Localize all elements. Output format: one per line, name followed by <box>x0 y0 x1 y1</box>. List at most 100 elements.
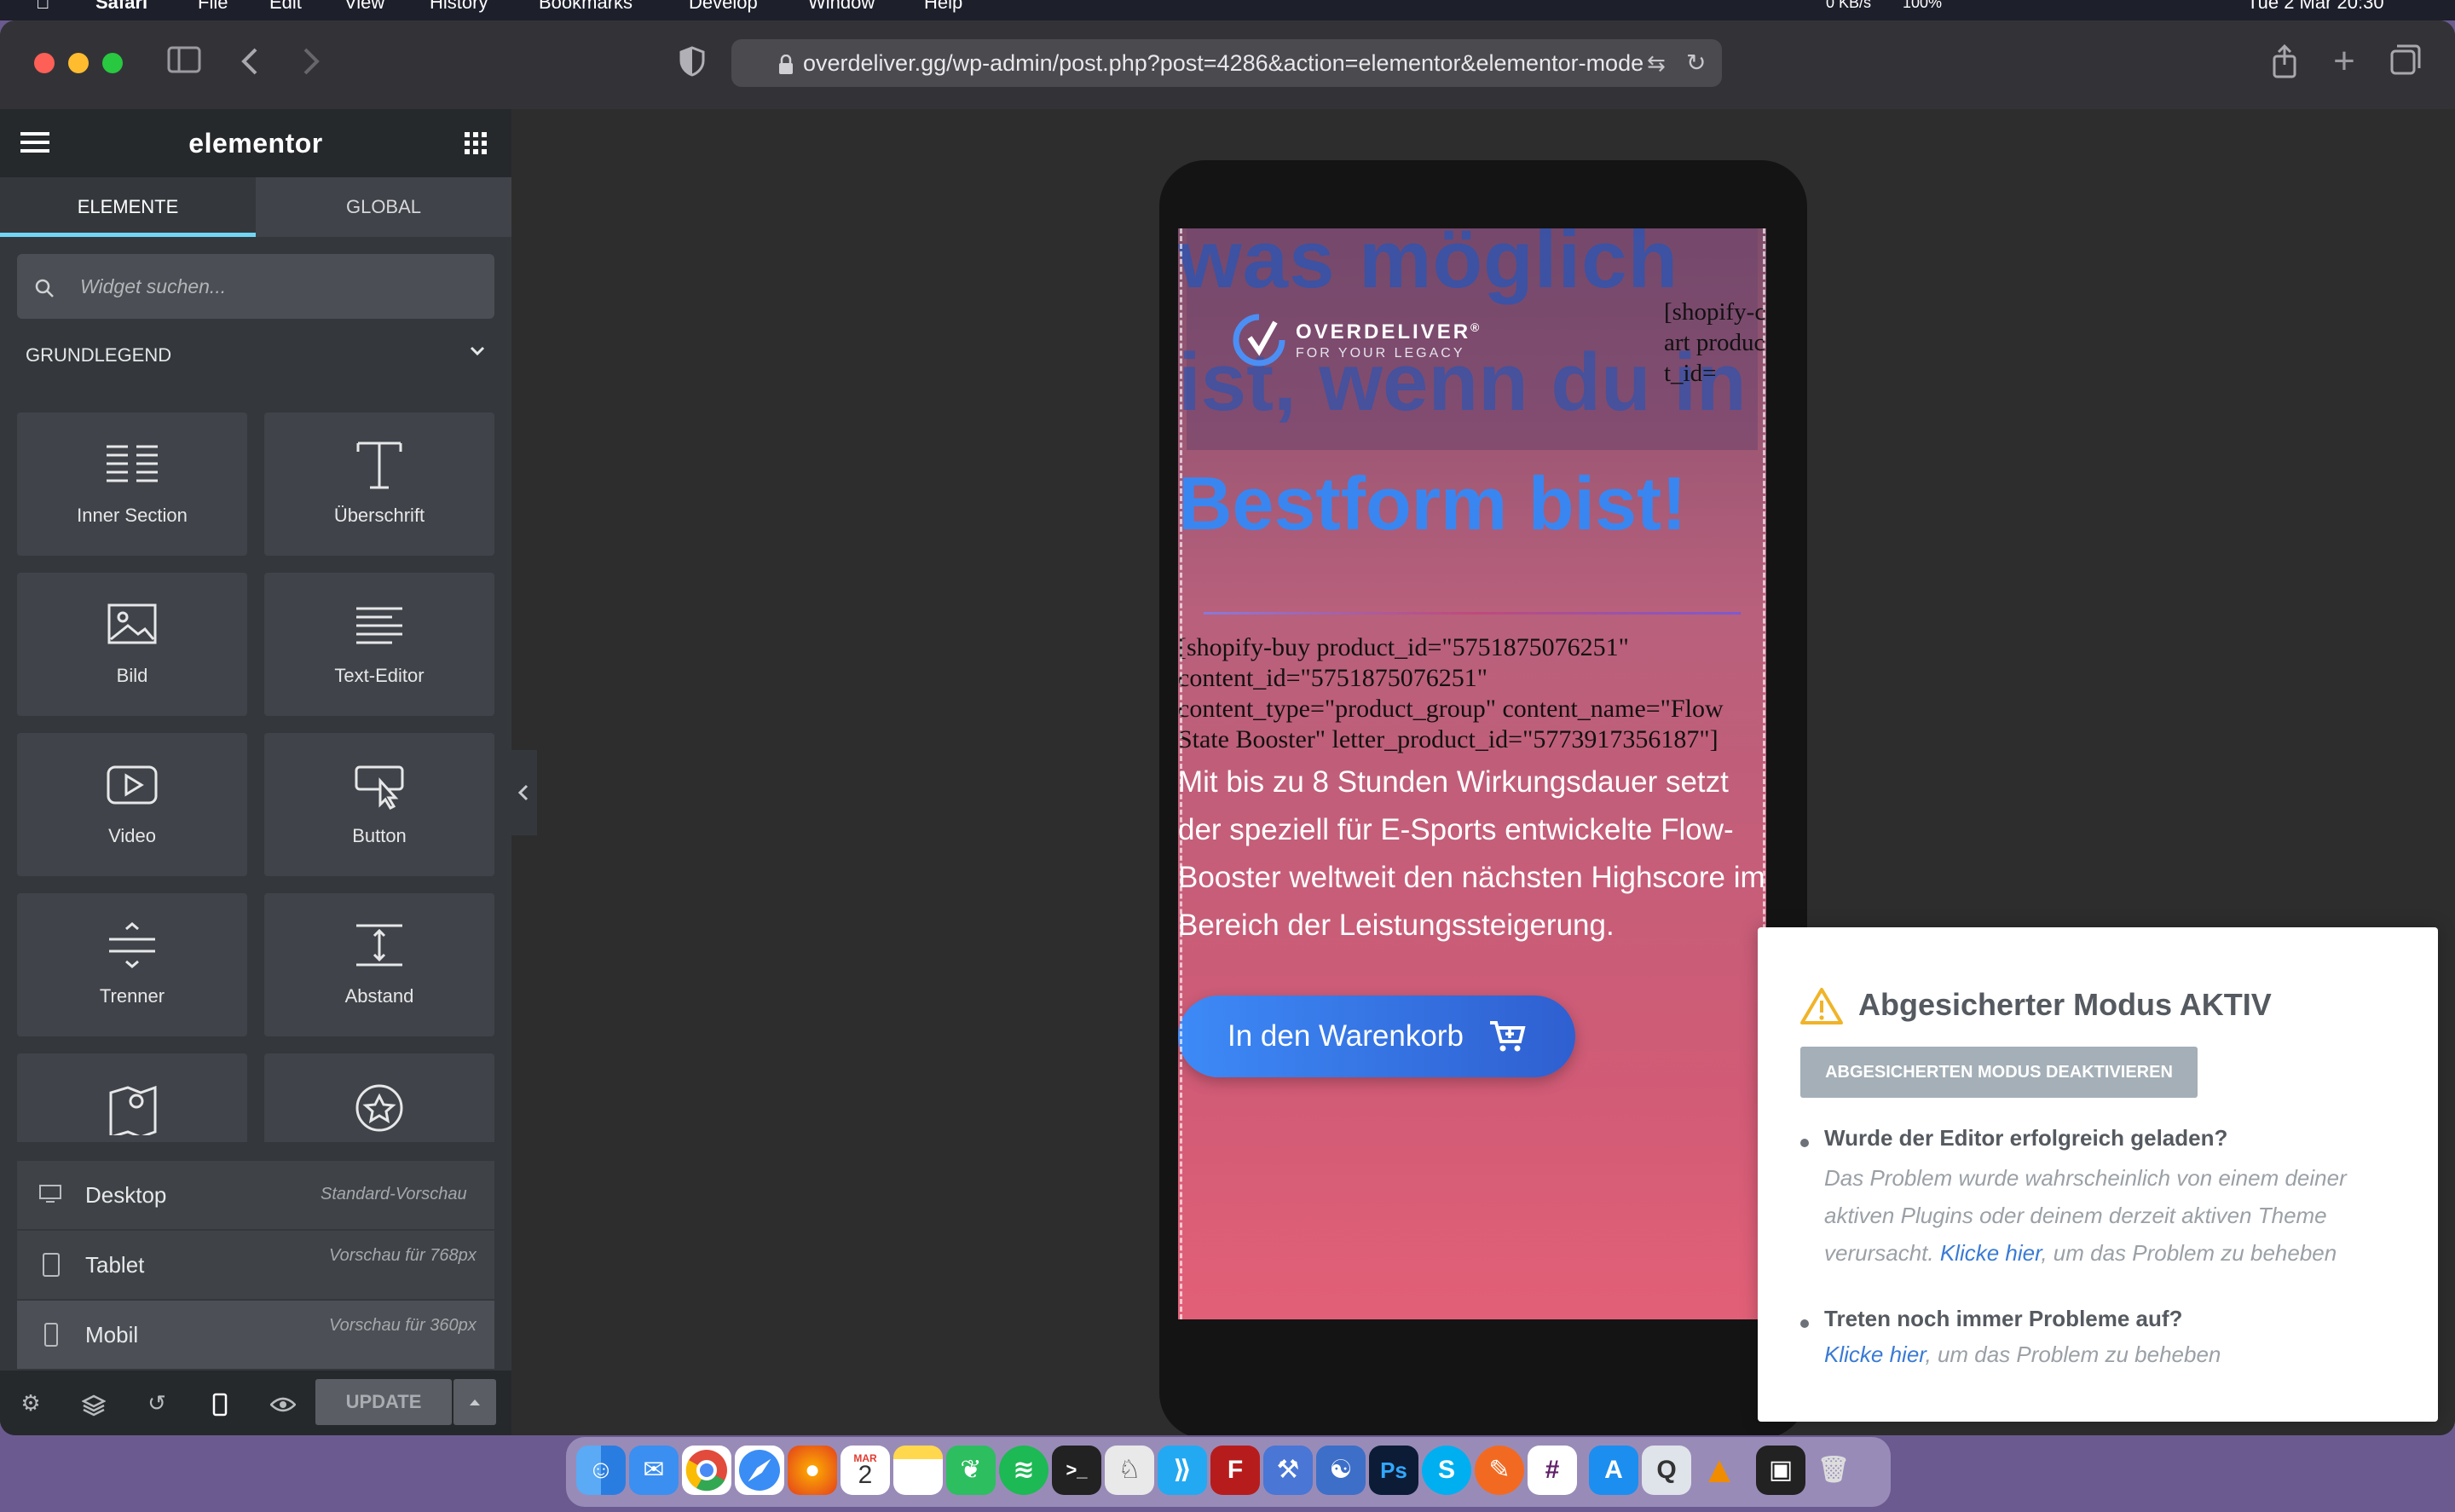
reload-icon[interactable]: ↻ <box>1686 39 1706 87</box>
filezilla-icon[interactable]: F <box>1210 1446 1260 1495</box>
menu-view[interactable]: View <box>344 0 384 15</box>
tab-global[interactable]: GLOBAL <box>256 177 511 237</box>
device-tablet[interactable]: Tablet Vorschau für 768px <box>17 1231 494 1299</box>
overdeliver-logo-icon[interactable] <box>1231 312 1287 372</box>
widget-divider[interactable]: Trenner <box>17 893 247 1036</box>
spotify-icon[interactable]: ≋ <box>999 1446 1048 1495</box>
menu-help[interactable]: Help <box>924 0 962 15</box>
apple-menu-icon[interactable]:  <box>36 0 50 15</box>
menu-file[interactable]: File <box>198 0 228 15</box>
click-here-link-2[interactable]: Klicke hier <box>1824 1342 1926 1367</box>
responsive-mobile-icon[interactable] <box>203 1386 237 1420</box>
settings-gear-icon[interactable]: ⚙ <box>14 1386 48 1420</box>
vscode-icon[interactable]: ⟫ <box>1158 1446 1207 1495</box>
translate-icon[interactable]: ⇆ <box>1647 39 1666 87</box>
calendar-icon[interactable]: MAR 2 <box>840 1446 890 1495</box>
trash-icon[interactable]: 🗑 <box>1809 1446 1858 1495</box>
device-mobile[interactable]: Mobil Vorschau für 360px <box>17 1301 494 1369</box>
deactivate-safe-mode-button[interactable]: ABGESICHERTEN MODUS DEAKTIVIEREN <box>1800 1047 2198 1098</box>
preview-eye-icon[interactable] <box>266 1386 300 1420</box>
xcode-icon[interactable]: ⚒ <box>1263 1446 1313 1495</box>
terminal-icon[interactable]: >_ <box>1052 1446 1101 1495</box>
hero-divider <box>1204 612 1741 615</box>
answer-editor-loaded: Das Problem wurde wahrscheinlich von ein… <box>1824 1159 2387 1272</box>
tab-overview-icon[interactable] <box>2387 44 2424 82</box>
update-button[interactable]: UPDATE <box>315 1379 452 1425</box>
warning-icon <box>1800 987 1843 1029</box>
menu-window[interactable]: Window <box>808 0 875 15</box>
back-icon[interactable] <box>232 44 269 82</box>
chevron-down-icon[interactable] <box>467 341 488 366</box>
history-icon[interactable]: ↺ <box>140 1386 174 1420</box>
tablet-icon <box>43 1253 60 1281</box>
photoshop-icon[interactable]: Ps <box>1369 1446 1418 1495</box>
evernote-icon[interactable]: ❦ <box>946 1446 996 1495</box>
zoom-window-button[interactable] <box>102 53 123 73</box>
tab-elemente[interactable]: ELEMENTE <box>0 177 256 237</box>
macos-menubar:  Safari File Edit View History Bookmark… <box>0 0 2455 20</box>
menu-edit[interactable]: Edit <box>269 0 302 15</box>
slack-icon[interactable]: # <box>1528 1446 1577 1495</box>
widget-spacer[interactable]: Abstand <box>264 893 494 1036</box>
device-desktop[interactable]: Desktop Standard-Vorschau <box>17 1161 494 1229</box>
forward-icon[interactable] <box>292 44 329 82</box>
sketch-pen-icon[interactable]: ✎ <box>1475 1446 1524 1495</box>
shopping-cart-icon <box>1488 1019 1526 1058</box>
mail-icon[interactable]: ✉ <box>629 1446 679 1495</box>
logo-registered-mark: ® <box>1470 320 1482 334</box>
widget-label: Video <box>108 825 156 846</box>
shopify-buy-shortcode[interactable]: [shopify-buy product_id="5751875076251" … <box>1178 632 1766 755</box>
inner-section-icon <box>17 435 247 494</box>
new-tab-icon[interactable]: + <box>2325 43 2363 82</box>
quicktime-icon[interactable]: Q <box>1642 1446 1691 1495</box>
app-store-icon[interactable]: A <box>1589 1446 1638 1495</box>
panel-header: elementor <box>0 109 511 177</box>
widget-heading[interactable]: Überschrift <box>264 413 494 556</box>
network-speed: 0 KB/s <box>1826 0 1872 11</box>
menu-develop[interactable]: Develop <box>689 0 758 15</box>
widget-button[interactable]: Button <box>264 733 494 876</box>
menu-history[interactable]: History <box>430 0 488 15</box>
add-to-cart-button[interactable]: In den Warenkorb <box>1178 995 1575 1077</box>
heading-icon <box>264 435 494 494</box>
navigator-layers-icon[interactable] <box>77 1386 111 1420</box>
safari-icon[interactable] <box>735 1446 784 1495</box>
menubar-clock[interactable]: Tue 2 Mar 20:30 <box>2247 0 2384 15</box>
share-icon[interactable] <box>2266 43 2303 82</box>
hero-heading[interactable]: Bestform bist! <box>1178 460 1766 547</box>
bullet-dot <box>1800 1319 1809 1328</box>
sidebar-toggle-icon[interactable] <box>165 46 203 84</box>
panel-tabs: ELEMENTE GLOBAL <box>0 177 511 237</box>
close-window-button[interactable] <box>34 53 55 73</box>
address-bar[interactable]: overdeliver.gg/wp-admin/post.php?post=42… <box>731 39 1722 87</box>
screen-recorder-icon[interactable]: ▣ <box>1756 1446 1805 1495</box>
widget-image[interactable]: Bild <box>17 573 247 716</box>
widgets-grid-icon[interactable] <box>464 131 488 159</box>
click-here-link-1[interactable]: Klicke hier <box>1940 1240 2042 1266</box>
firefox-icon[interactable]: ● <box>788 1446 837 1495</box>
widget-search-input[interactable]: Widget suchen... <box>17 254 494 319</box>
sequel-pro-icon[interactable]: ☯ <box>1316 1446 1366 1495</box>
widget-text-editor[interactable]: Text-Editor <box>264 573 494 716</box>
finder-icon[interactable]: ☺ <box>576 1446 626 1495</box>
notes-icon[interactable] <box>893 1446 943 1495</box>
update-options-button[interactable] <box>453 1379 496 1425</box>
mobile-preview-canvas[interactable]: was möglich ist, wenn du in OVERDELIVER®… <box>1178 228 1766 1319</box>
minimize-window-button[interactable] <box>68 53 89 73</box>
menu-bookmarks[interactable]: Bookmarks <box>539 0 633 15</box>
chrome-icon[interactable] <box>682 1446 731 1495</box>
panel-collapse-button[interactable] <box>511 750 537 835</box>
vlc-icon[interactable]: ▲ <box>1695 1446 1744 1495</box>
tableplus-elephant-icon[interactable]: ♘ <box>1105 1446 1154 1495</box>
widget-inner-section[interactable]: Inner Section <box>17 413 247 556</box>
desktop-icon <box>39 1185 61 1208</box>
cpu-usage: 100% <box>1903 0 1943 11</box>
menu-safari[interactable]: Safari <box>95 0 147 15</box>
product-description[interactable]: Mit bis zu 8 Stunden Wirkungsdauer setzt… <box>1178 759 1766 949</box>
widget-video[interactable]: Video <box>17 733 247 876</box>
skype-icon[interactable]: S <box>1422 1446 1471 1495</box>
responsive-mode-list: Desktop Standard-Vorschau Tablet Vorscha… <box>0 1142 511 1371</box>
section-title-grundlegend[interactable]: GRUNDLEGEND <box>26 344 171 366</box>
privacy-shield-icon[interactable] <box>673 46 711 84</box>
star-icon <box>264 1076 494 1135</box>
